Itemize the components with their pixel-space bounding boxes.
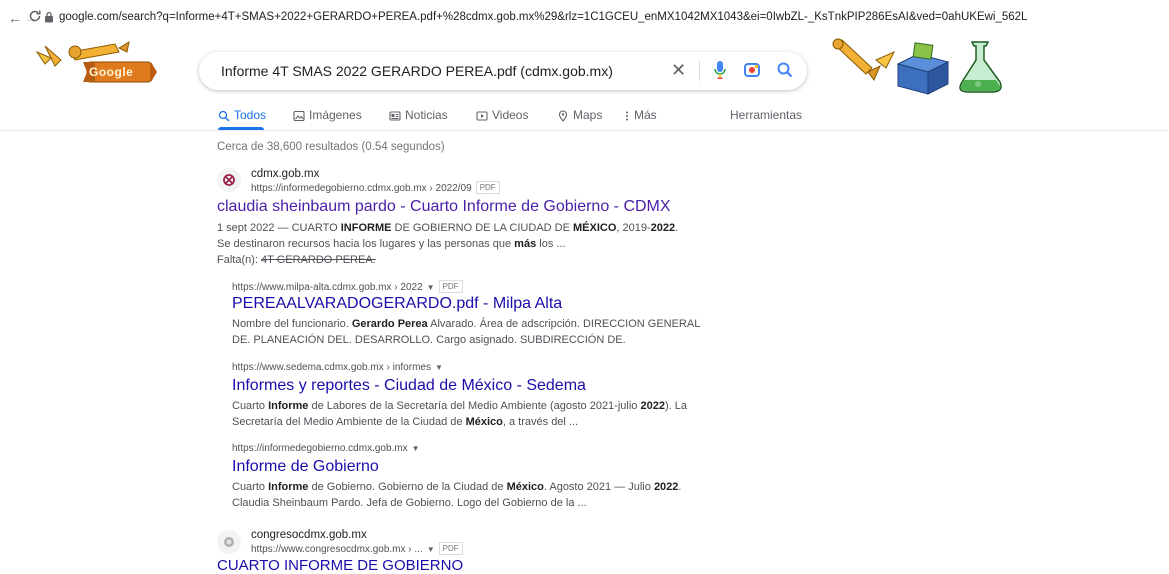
cdmx-favicon[interactable] (217, 168, 241, 192)
play-icon (476, 111, 488, 121)
tab-todos[interactable]: Todos (218, 108, 266, 122)
logo-text: Google (89, 65, 134, 79)
pdf-badge: PDF (438, 280, 463, 293)
image-icon (293, 110, 305, 122)
tab-imagenes[interactable]: Imágenes (293, 108, 362, 122)
tab-maps[interactable]: Maps (557, 108, 602, 122)
close-icon[interactable]: ✕ (671, 60, 686, 81)
result-url[interactable]: https://www.sedema.cdmx.gob.mx › informe… (232, 362, 443, 373)
result-site-name[interactable]: cdmx.gob.mx (251, 168, 319, 180)
browser-toolbar: ← → google.com/search?q=Informe+4T+SMAS+… (0, 0, 1169, 34)
pdf-badge: PDF (438, 542, 463, 555)
result-snippet: Secretaría del Medio Ambiente de la Ciud… (232, 416, 579, 428)
address-bar[interactable]: google.com/search?q=Informe+4T+SMAS+2022… (59, 11, 1169, 23)
chevron-down-icon[interactable]: ▼ (427, 283, 435, 292)
pdf-badge: PDF (475, 181, 500, 194)
result-title-link[interactable]: PEREAALVARADOGERARDO.pdf - Milpa Alta (232, 295, 562, 313)
tab-mas[interactable]: Más (624, 108, 657, 122)
result-url[interactable]: https://www.milpa-alta.cdmx.gob.mx › 202… (232, 280, 463, 293)
tab-videos[interactable]: Videos (476, 108, 528, 122)
result-title-link[interactable]: claudia sheinbaum pardo - Cuarto Informe… (217, 198, 671, 216)
result-snippet: Cuarto Informe de Labores de la Secretar… (232, 400, 687, 412)
congreso-favicon[interactable] (217, 530, 241, 554)
missing-terms: Falta(n): 4T GERARDO PEREA. (217, 254, 376, 266)
search-box[interactable]: Informe 4T SMAS 2022 GERARDO PEREA.pdf (… (199, 52, 807, 90)
doodle-decoration (832, 38, 1012, 96)
search-input[interactable]: Informe 4T SMAS 2022 GERARDO PEREA.pdf (… (221, 63, 613, 79)
tab-herramientas[interactable]: Herramientas (730, 108, 802, 122)
result-stats: Cerca de 38,600 resultados (0.54 segundo… (217, 141, 445, 153)
search-icon[interactable] (776, 61, 794, 84)
result-snippet: DE. PLANEACIÓN DEL. DESARROLLO. Cargo as… (232, 334, 626, 346)
search-divider (699, 61, 700, 81)
chevron-down-icon[interactable]: ▼ (412, 444, 420, 453)
map-pin-icon (558, 110, 568, 122)
microphone-icon[interactable] (713, 60, 727, 85)
result-url[interactable]: https://informedegobierno.cdmx.gob.mx › … (251, 181, 500, 194)
result-snippet: Cuarto Informe de Gobierno. Gobierno de … (232, 481, 682, 493)
result-snippet: Claudia Sheinbaum Pardo. Jefa de Gobiern… (232, 497, 587, 509)
chevron-down-icon[interactable]: ▼ (427, 545, 435, 554)
result-title-link[interactable]: Informes y reportes - Ciudad de México -… (232, 377, 586, 395)
result-snippet: 1 sept 2022 — CUARTO INFORME DE GOBIERNO… (217, 222, 679, 234)
tab-noticias[interactable]: Noticias (389, 108, 448, 122)
google-doodle-logo[interactable]: Google (33, 38, 161, 94)
news-icon (389, 111, 401, 121)
result-site-name[interactable]: congresocdmx.gob.mx (251, 529, 367, 541)
result-snippet: Nombre del funcionario. Gerardo Perea Al… (232, 318, 701, 330)
reload-icon[interactable] (28, 9, 42, 28)
search-icon (218, 110, 230, 122)
result-url[interactable]: https://informedegobierno.cdmx.gob.mx ▼ (232, 443, 420, 454)
result-title-link[interactable]: Informe de Gobierno (232, 458, 379, 476)
header-divider (0, 130, 1169, 131)
chevron-down-icon[interactable]: ▼ (435, 363, 443, 372)
lock-icon[interactable] (44, 10, 54, 28)
result-url[interactable]: https://www.congresocdmx.gob.mx › ... ▼ PD… (251, 542, 463, 555)
result-title-link[interactable]: CUARTO INFORME DE GOBIERNO (217, 557, 463, 574)
camera-lens-icon[interactable] (743, 61, 761, 84)
more-vert-icon (626, 111, 628, 121)
result-snippet: Se destinaron recursos hacia los lugares… (217, 238, 566, 250)
